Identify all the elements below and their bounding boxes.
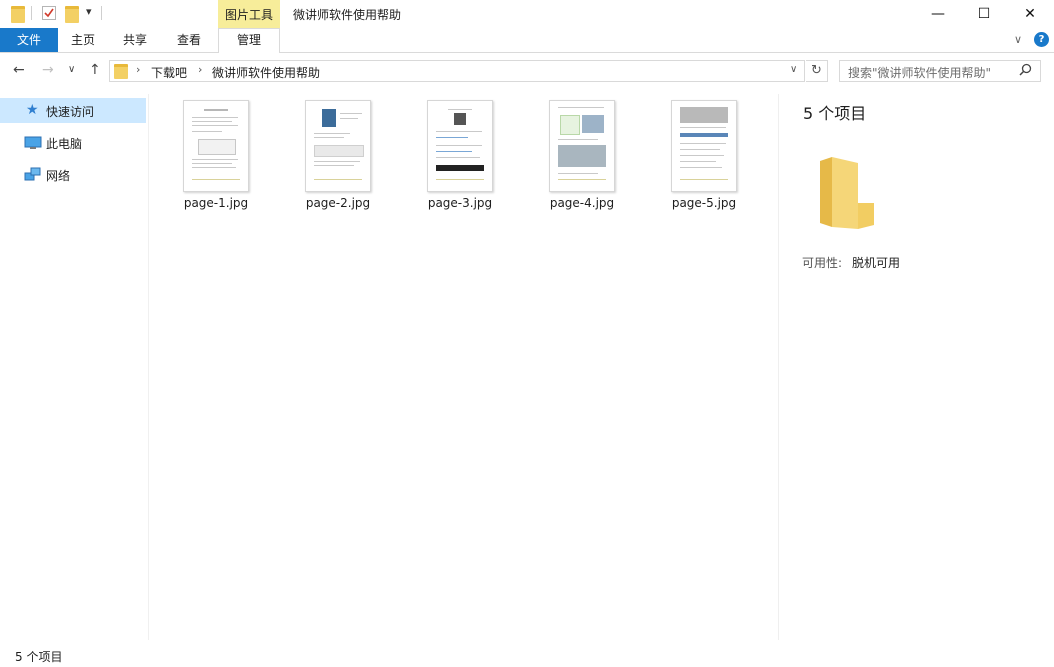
tab-share[interactable]: 共享 (112, 28, 158, 52)
breadcrumb-item[interactable]: 微讲师软件使用帮助 (212, 64, 320, 81)
folder-icon (114, 64, 128, 79)
tab-view[interactable]: 查看 (166, 28, 212, 52)
details-item-count: 5 个项目 (803, 104, 867, 123)
computer-icon (24, 136, 42, 154)
window-title: 微讲师软件使用帮助 (293, 8, 402, 22)
address-dropdown-icon[interactable]: ∨ (790, 64, 797, 75)
breadcrumb-separator[interactable]: › (198, 63, 202, 76)
search-icon[interactable] (1019, 63, 1032, 80)
large-folder-icon (818, 157, 876, 229)
nav-item-label[interactable]: 网络 (46, 167, 70, 184)
file-name[interactable]: page-5.jpg (651, 196, 757, 210)
help-icon[interactable]: ? (1034, 32, 1049, 47)
close-button[interactable]: ✕ (1007, 0, 1053, 28)
tab-manage[interactable]: 管理 (218, 28, 280, 52)
folder-icon (11, 6, 25, 23)
network-icon (24, 167, 42, 186)
up-button[interactable]: ↑ (89, 62, 101, 78)
quick-access-divider (31, 6, 32, 20)
file-thumbnail (183, 100, 249, 192)
properties-icon[interactable] (42, 6, 56, 20)
file-name[interactable]: page-3.jpg (407, 196, 513, 210)
back-button[interactable]: ← (13, 62, 25, 78)
pane-divider[interactable] (148, 94, 149, 640)
picture-tools-label: 图片工具 (224, 8, 273, 22)
file-thumbnail (427, 100, 493, 192)
file-thumbnail (549, 100, 615, 192)
tab-home[interactable]: 主页 (60, 28, 106, 52)
tab-file[interactable]: 文件 (0, 28, 58, 52)
new-folder-icon[interactable] (65, 6, 79, 23)
file-name[interactable]: page-2.jpg (285, 196, 391, 210)
expand-ribbon-icon[interactable]: ∨ (1014, 33, 1022, 46)
quick-access-divider (101, 6, 102, 20)
navigation-pane (0, 94, 148, 640)
file-thumbnail (671, 100, 737, 192)
maximize-button[interactable]: ☐ (961, 0, 1007, 28)
refresh-button[interactable]: ↻ (806, 60, 828, 82)
search-placeholder: 搜索"微讲师软件使用帮助" (848, 66, 992, 80)
customize-toolbar-icon[interactable]: ▾ (86, 5, 92, 18)
breadcrumb-item[interactable]: 下载吧 (151, 64, 187, 81)
status-item-count: 5 个项目 (15, 650, 63, 664)
minimize-button[interactable]: — (915, 0, 961, 28)
file-thumbnail (305, 100, 371, 192)
title-bar (0, 0, 1054, 28)
file-name[interactable]: page-1.jpg (163, 196, 269, 210)
forward-button[interactable]: → (42, 62, 54, 78)
pane-divider[interactable] (778, 94, 779, 640)
nav-item-label[interactable]: 快速访问 (46, 103, 94, 120)
recent-locations-button[interactable]: ∨ (68, 64, 75, 75)
nav-item-label[interactable]: 此电脑 (46, 135, 82, 152)
availability-label: 可用性: (802, 256, 843, 270)
availability-value: 脱机可用 (852, 256, 901, 270)
breadcrumb-separator[interactable]: › (136, 63, 140, 76)
file-name[interactable]: page-4.jpg (529, 196, 635, 210)
status-bar (0, 644, 1054, 667)
star-icon: ★ (26, 102, 39, 118)
ribbon-tabs (0, 28, 1054, 53)
